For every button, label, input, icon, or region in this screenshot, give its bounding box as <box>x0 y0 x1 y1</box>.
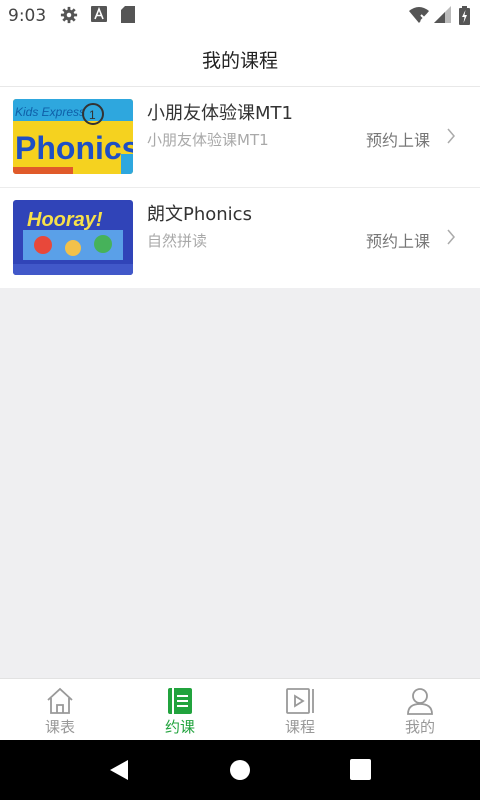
course-name: 朗文Phonics <box>147 204 252 225</box>
book-class-button[interactable]: 预约上课 <box>366 127 430 151</box>
course-thumbnail: Kids Express 1 Phonics <box>13 99 133 174</box>
svg-text:Phonics: Phonics <box>15 130 133 166</box>
system-navigation-bar <box>0 740 480 800</box>
chevron-right-icon <box>447 128 455 144</box>
book-class-button[interactable]: 预约上课 <box>366 228 430 252</box>
wifi-off-icon <box>409 7 429 23</box>
course-thumbnail: Hooray! <box>13 200 133 275</box>
tab-label: 课表 <box>44 718 75 736</box>
home-icon <box>47 687 73 714</box>
course-item[interactable]: Kids Express 1 Phonics 小朋友体验课MT1 小朋友体验课M… <box>0 87 480 188</box>
bottom-tab-bar: 课表 约课 课程 我的 <box>0 678 480 741</box>
back-icon[interactable] <box>108 759 130 781</box>
tab-schedule[interactable]: 课表 <box>0 679 120 741</box>
status-time: 9:03 <box>8 6 47 26</box>
tab-label: 我的 <box>404 718 435 736</box>
book-icon <box>168 688 192 714</box>
tab-me[interactable]: 我的 <box>360 679 480 741</box>
svg-text:Kids Express: Kids Express <box>15 105 85 119</box>
chevron-right-icon <box>447 229 455 245</box>
page-header: 我的课程 <box>0 32 480 87</box>
course-description: 小朋友体验课MT1 <box>147 131 269 149</box>
status-bar: 9:03 <box>0 0 480 32</box>
signal-icon <box>434 6 451 23</box>
battery-icon <box>459 6 470 25</box>
tab-label: 约课 <box>164 718 195 736</box>
page-title: 我的课程 <box>201 49 278 72</box>
home-button-icon[interactable] <box>229 759 251 781</box>
tab-label: 课程 <box>284 718 315 736</box>
svg-text:Hooray!: Hooray! <box>27 209 103 231</box>
tab-booking[interactable]: 约课 <box>120 679 240 741</box>
sd-card-icon <box>121 6 135 23</box>
tab-courses[interactable]: 课程 <box>240 679 360 741</box>
svg-text:1: 1 <box>89 108 96 122</box>
course-list: Kids Express 1 Phonics 小朋友体验课MT1 小朋友体验课M… <box>0 87 480 288</box>
user-icon <box>407 688 433 715</box>
course-description: 自然拼读 <box>147 232 208 250</box>
recents-icon[interactable] <box>350 759 371 780</box>
font-icon <box>91 6 107 22</box>
course-name: 小朋友体验课MT1 <box>147 103 293 124</box>
course-item[interactable]: Hooray! 朗文Phonics 自然拼读 预约上课 <box>0 188 480 288</box>
video-icon <box>286 688 314 714</box>
settings-icon <box>60 6 78 24</box>
